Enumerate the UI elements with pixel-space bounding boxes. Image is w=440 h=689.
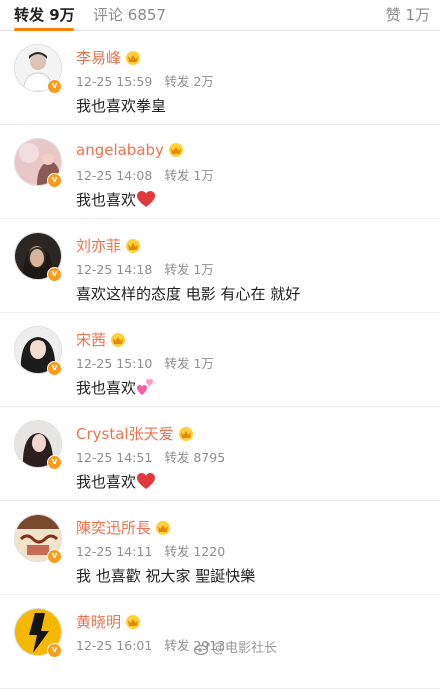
post-time: 12-25 16:01 <box>76 638 153 653</box>
repost-label: 转发 <box>164 638 190 653</box>
user-name[interactable]: 宋茜 <box>76 329 126 350</box>
list-item[interactable]: v Crystal张天爱 12-25 14:51 转发 8795 我也喜欢 <box>0 407 440 501</box>
crown-icon <box>111 333 126 347</box>
list-item[interactable]: v 刘亦菲 12-25 14:18 转发 1万 喜欢这样的态度 电影 有心在 就好 <box>0 219 440 313</box>
repost-label: 转发 <box>164 544 190 559</box>
tab-likes-count: 1万 <box>405 6 430 24</box>
repost-list: v 李易峰 12-25 15:59 转发 2万 我也喜欢拳皇 v angelabab… <box>0 31 440 689</box>
repost-count: 1万 <box>193 168 214 183</box>
item-meta: 12-25 15:59 转发 2万 <box>76 71 214 90</box>
crown-icon <box>168 143 183 157</box>
crown-icon <box>126 51 141 65</box>
item-meta: 12-25 14:08 转发 1万 <box>76 165 214 184</box>
list-item[interactable]: v 李易峰 12-25 15:59 转发 2万 我也喜欢拳皇 <box>0 31 440 125</box>
crown-icon <box>156 521 171 535</box>
item-meta: 12-25 14:18 转发 1万 <box>76 259 214 278</box>
repost-label: 转发 <box>164 168 190 183</box>
verified-badge-icon: v <box>47 455 62 470</box>
pink-hearts-icon <box>137 379 154 395</box>
repost-text: 我也喜欢 <box>76 189 156 210</box>
red-heart-icon <box>137 473 156 489</box>
user-name[interactable]: 陳奕迅所長 <box>76 517 171 538</box>
repost-count: 8795 <box>193 450 226 465</box>
verified-badge-icon: v <box>47 643 62 658</box>
list-item[interactable]: v angelababy 12-25 14:08 转发 1万 我也喜欢 <box>0 125 440 219</box>
repost-label: 转发 <box>164 450 190 465</box>
tab-likes-label: 赞 <box>385 6 401 24</box>
post-time: 12-25 15:10 <box>76 356 153 371</box>
tab-bar: 转发 9万 评论 6857 赞 1万 <box>0 0 440 31</box>
watermark: @电影社长 <box>194 637 277 656</box>
post-time: 12-25 14:51 <box>76 450 153 465</box>
tab-reposts-count: 9万 <box>49 6 75 24</box>
post-time: 12-25 14:08 <box>76 168 153 183</box>
tab-comments[interactable]: 评论 6857 <box>93 4 166 25</box>
repost-label: 转发 <box>164 74 190 89</box>
user-name[interactable]: angelababy <box>76 141 184 159</box>
crown-icon <box>126 615 141 629</box>
user-name[interactable]: Crystal张天爱 <box>76 423 194 444</box>
verified-badge-icon: v <box>47 79 62 94</box>
crown-icon <box>126 239 141 253</box>
repost-label: 转发 <box>164 356 190 371</box>
weibo-logo-icon <box>194 641 210 655</box>
verified-badge-icon: v <box>47 267 62 282</box>
repost-count: 1万 <box>193 262 214 277</box>
tab-reposts-label: 转发 <box>14 6 45 24</box>
user-name[interactable]: 黄晓明 <box>76 611 141 632</box>
item-meta: 12-25 14:11 转发 1220 <box>76 541 225 560</box>
crown-icon <box>178 427 193 441</box>
repost-text: 我也喜欢 <box>76 471 156 492</box>
item-meta: 12-25 14:51 转发 8795 <box>76 447 225 466</box>
repost-count: 1万 <box>193 356 214 371</box>
list-item[interactable]: v 宋茜 12-25 15:10 转发 1万 我也喜欢 <box>0 313 440 407</box>
post-time: 12-25 14:18 <box>76 262 153 277</box>
tab-reposts[interactable]: 转发 9万 <box>14 4 75 25</box>
repost-label: 转发 <box>164 262 190 277</box>
verified-badge-icon: v <box>47 173 62 188</box>
verified-badge-icon: v <box>47 361 62 376</box>
repost-count: 1220 <box>193 544 226 559</box>
repost-text: 我也喜欢 <box>76 377 155 398</box>
repost-count: 2万 <box>193 74 214 89</box>
user-name[interactable]: 刘亦菲 <box>76 235 141 256</box>
user-name[interactable]: 李易峰 <box>76 47 141 68</box>
tab-likes[interactable]: 赞 1万 <box>386 4 430 25</box>
repost-text: 喜欢这样的态度 电影 有心在 就好 <box>76 285 301 303</box>
tab-comments-label: 评论 <box>93 6 124 24</box>
post-time: 12-25 15:59 <box>76 74 153 89</box>
post-time: 12-25 14:11 <box>76 544 153 559</box>
repost-text: 我 也喜歡 祝大家 聖誕快樂 <box>76 567 256 585</box>
item-meta: 12-25 15:10 转发 1万 <box>76 353 214 372</box>
red-heart-icon <box>137 191 156 207</box>
verified-badge-icon: v <box>47 549 62 564</box>
list-item[interactable]: v 陳奕迅所長 12-25 14:11 转发 1220 我 也喜歡 祝大家 聖誕快樂 <box>0 501 440 595</box>
repost-text: 我也喜欢拳皇 <box>76 97 167 115</box>
tab-comments-count: 6857 <box>127 6 166 24</box>
